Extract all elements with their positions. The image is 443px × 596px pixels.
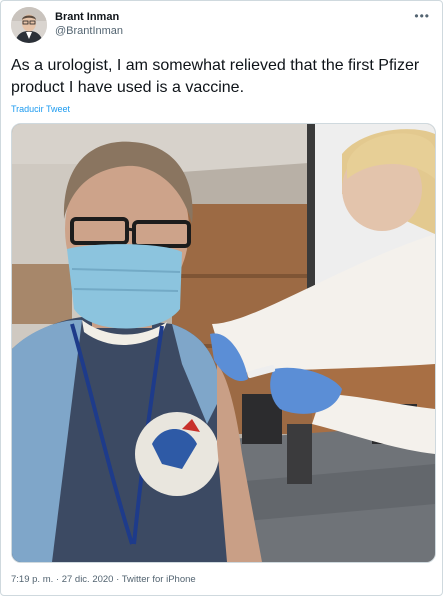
footer-separator: · — [53, 574, 62, 585]
tweet-source[interactable]: Twitter for iPhone — [122, 574, 196, 585]
translate-tweet-link[interactable]: Traducir Tweet — [11, 104, 70, 114]
footer-separator-2: · — [113, 574, 122, 585]
avatar-image — [11, 7, 47, 43]
tweet-text: As a urologist, I am somewhat relieved t… — [11, 57, 420, 96]
tweet-header: Brant Inman @BrantInman ••• — [11, 7, 432, 47]
tweet-photo[interactable] — [11, 123, 436, 563]
tweet-card: Brant Inman @BrantInman ••• As a urologi… — [0, 0, 443, 596]
avatar[interactable] — [11, 7, 47, 43]
author-display-name[interactable]: Brant Inman — [55, 11, 123, 24]
author-handle[interactable]: @BrantInman — [55, 24, 123, 38]
photo-illustration — [12, 124, 435, 562]
more-horizontal-icon[interactable]: ••• — [414, 9, 430, 23]
tweet-time[interactable]: 7:19 p. m. — [11, 574, 53, 585]
tweet-date[interactable]: 27 dic. 2020 — [62, 574, 114, 585]
tweet-footer: 7:19 p. m. · 27 dic. 2020 · Twitter for … — [11, 574, 196, 585]
author-names[interactable]: Brant Inman @BrantInman — [55, 11, 123, 38]
